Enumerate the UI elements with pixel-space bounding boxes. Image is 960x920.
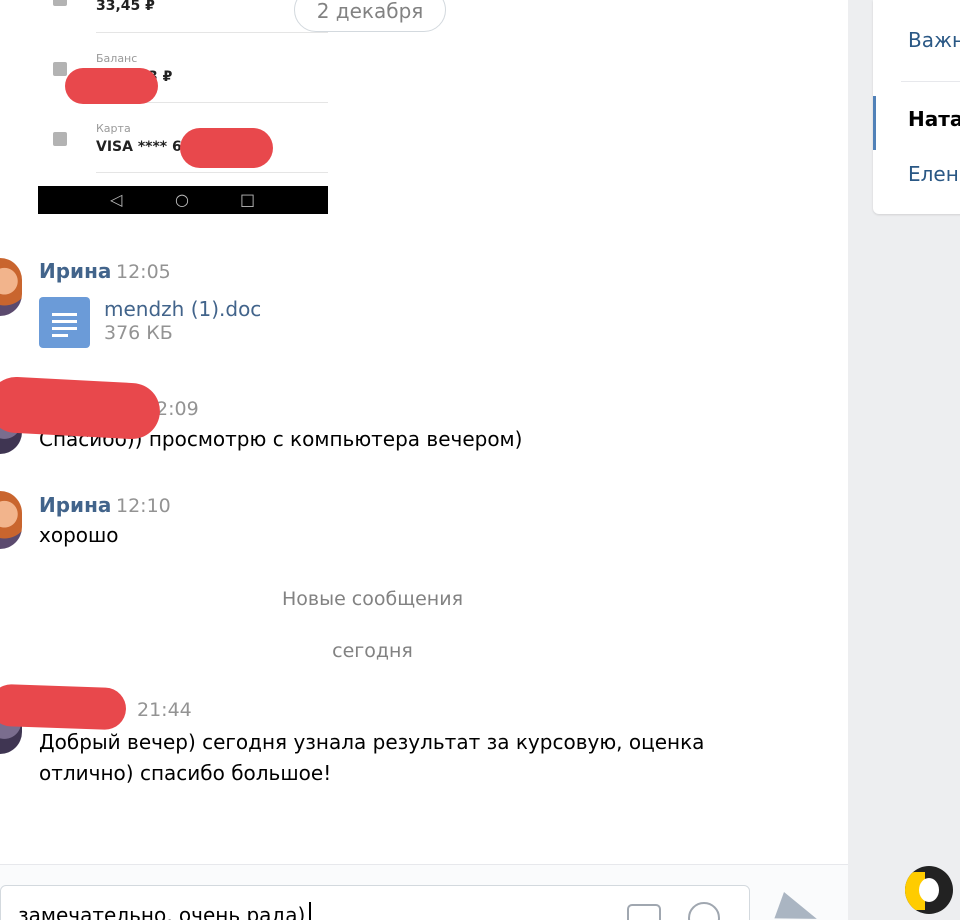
amount-value: 33,45 ₽ bbox=[96, 0, 155, 14]
message-text-line-2: отлично) спасибо большое! bbox=[39, 761, 332, 785]
avatar[interactable] bbox=[0, 258, 22, 316]
balance-icon bbox=[53, 62, 67, 76]
camera-icon[interactable] bbox=[627, 904, 661, 920]
message-text-line-1: Добрый вечер) сегодня узнала результат з… bbox=[39, 730, 705, 754]
message-text: хорошо bbox=[39, 523, 119, 547]
right-menu-separator bbox=[901, 81, 960, 82]
row-divider bbox=[96, 172, 328, 173]
list-icon bbox=[53, 0, 67, 6]
document-icon[interactable] bbox=[39, 297, 90, 348]
avatar[interactable] bbox=[0, 491, 22, 549]
date-pill: 2 декабря bbox=[294, 0, 446, 32]
logo-icon bbox=[905, 866, 953, 914]
card-label: Карта bbox=[96, 122, 131, 135]
message-author[interactable]: Ирина bbox=[39, 493, 111, 517]
redaction-mark bbox=[0, 375, 162, 441]
new-messages-divider: Новые сообщения bbox=[281, 588, 464, 610]
balance-label: Баланс bbox=[96, 52, 138, 65]
right-menu-item[interactable]: Важн bbox=[908, 28, 960, 52]
message-time[interactable]: 21:44 bbox=[137, 699, 192, 721]
back-icon: ◁ bbox=[110, 190, 123, 209]
active-indicator bbox=[873, 96, 876, 150]
right-menu: Важн Ната Елен bbox=[873, 0, 960, 214]
attachment-size: 376 КБ bbox=[104, 322, 173, 344]
row-divider bbox=[96, 32, 328, 33]
recents-icon: □ bbox=[240, 190, 256, 209]
message-author[interactable]: Ирина bbox=[39, 259, 111, 283]
redaction-mark bbox=[180, 128, 273, 168]
attached-screenshot[interactable]: 33,45 ₽ Баланс 3 ₽ Карта VISA **** 6 ◁ ○… bbox=[38, 0, 328, 214]
message-time[interactable]: 12:10 bbox=[116, 495, 171, 517]
android-navbar: ◁ ○ □ bbox=[38, 186, 328, 214]
text-caret bbox=[309, 902, 311, 920]
home-icon: ○ bbox=[175, 190, 189, 209]
card-icon bbox=[53, 132, 67, 146]
redaction-mark bbox=[0, 683, 127, 731]
message-time[interactable]: 2:09 bbox=[156, 398, 199, 420]
redaction-mark bbox=[65, 68, 158, 104]
message-time[interactable]: 12:05 bbox=[116, 261, 171, 283]
right-menu-item-active[interactable]: Ната bbox=[908, 107, 960, 131]
card-value: VISA **** 6 bbox=[96, 139, 182, 155]
attachment-name[interactable]: mendzh (1).doc bbox=[104, 297, 261, 321]
date-divider: сегодня bbox=[332, 640, 413, 662]
right-menu-item[interactable]: Елен bbox=[908, 162, 959, 186]
chat-history: 33,45 ₽ Баланс 3 ₽ Карта VISA **** 6 ◁ ○… bbox=[0, 0, 848, 920]
message-input-text[interactable]: замечательно, очень рада) bbox=[18, 903, 305, 920]
